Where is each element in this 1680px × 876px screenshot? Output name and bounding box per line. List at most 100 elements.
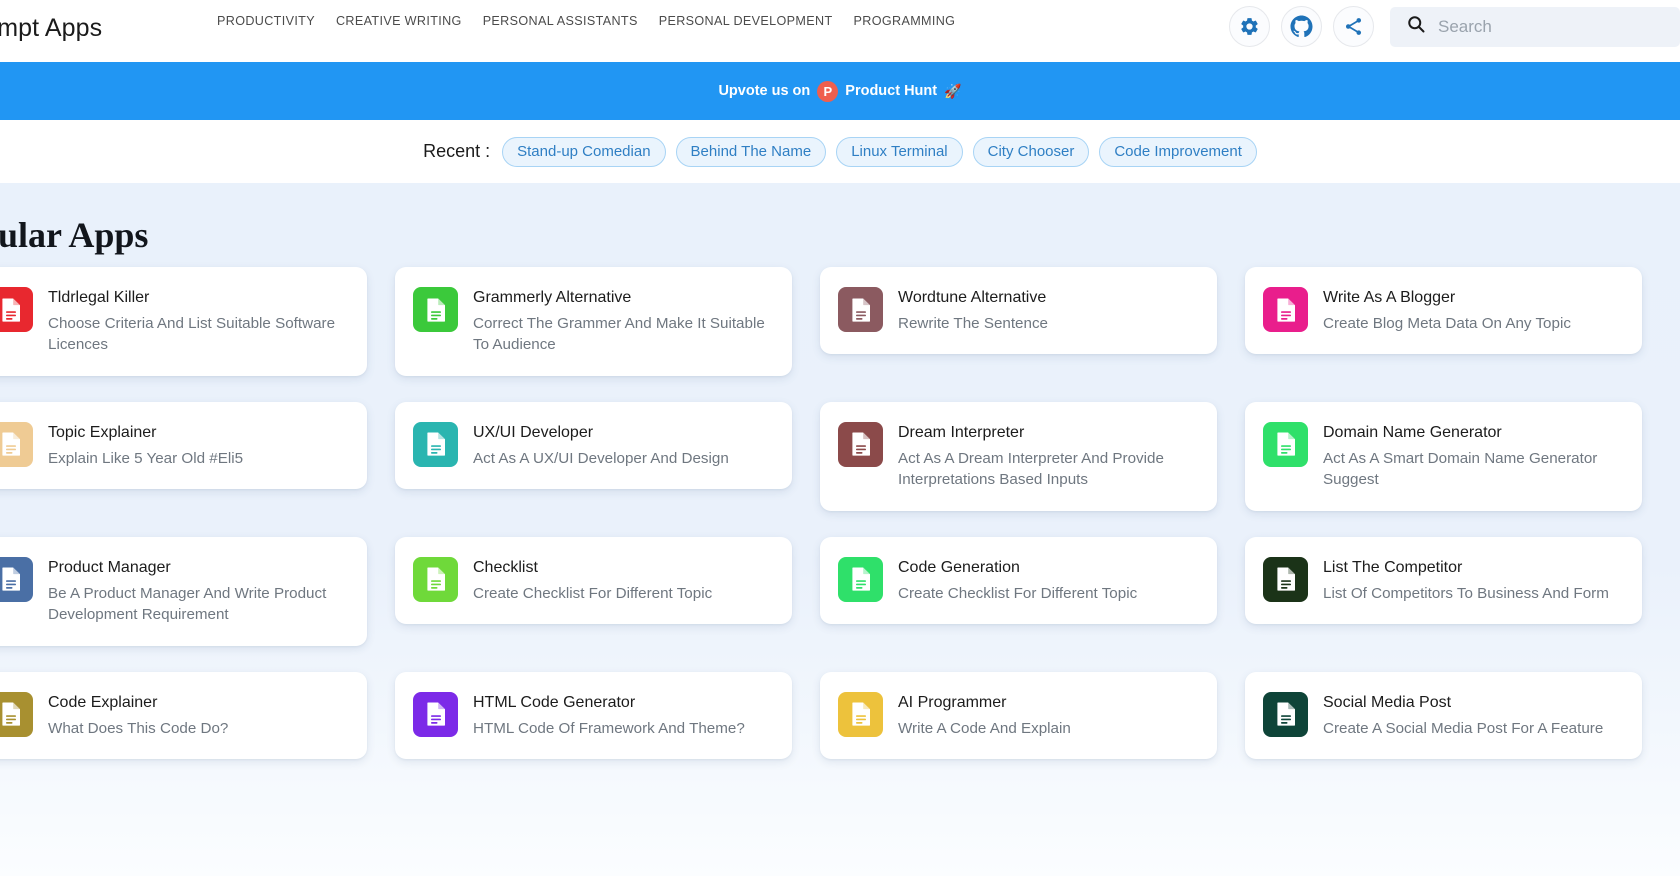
app-card-description: Act As A UX/UI Developer And Design xyxy=(473,449,729,467)
site-header: Prompt Apps PRODUCTIVITY CREATIVE WRITIN… xyxy=(0,0,1680,62)
recent-chip-stand-up-comedian[interactable]: Stand-up Comedian xyxy=(502,136,666,167)
rocket-icon: 🚀 xyxy=(944,82,962,99)
nav-item-personal-development[interactable]: PERSONAL DEVELOPMENT xyxy=(659,14,833,28)
nav-item-personal-assistants[interactable]: PERSONAL ASSISTANTS xyxy=(483,14,638,28)
app-card-description: Act As A Dream Interpreter And Provide I… xyxy=(898,449,1164,489)
document-icon xyxy=(1263,287,1308,332)
recent-label: Recent : xyxy=(423,141,491,161)
app-card[interactable]: Domain Name Generator Act As A Smart Dom… xyxy=(1245,401,1642,511)
nav-item-creative-writing[interactable]: CREATIVE WRITING xyxy=(336,14,462,28)
main-nav: PRODUCTIVITY CREATIVE WRITING PERSONAL A… xyxy=(217,14,955,28)
app-card-text: UX/UI Developer Act As A UX/UI Developer… xyxy=(473,422,729,469)
app-card-description: What Does This Code Do? xyxy=(48,719,229,737)
app-card-title: Write As A Blogger xyxy=(1323,289,1456,306)
app-card[interactable]: Code Generation Create Checklist For Dif… xyxy=(820,536,1217,625)
app-card-title: UX/UI Developer xyxy=(473,423,594,441)
app-card-text: Topic Explainer Explain Like 5 Year Old … xyxy=(48,422,243,469)
app-card-description: Act As A Smart Domain Name Generator Sug… xyxy=(1323,449,1598,489)
app-card[interactable]: Tldrlegal Killer Choose Criteria And Lis… xyxy=(0,267,367,376)
app-card[interactable]: Write As A Blogger Create Blog Meta Data… xyxy=(1245,267,1642,355)
app-card-title: Checklist xyxy=(473,558,538,576)
app-card[interactable]: UX/UI Developer Act As A UX/UI Developer… xyxy=(395,401,792,490)
document-icon xyxy=(838,421,883,467)
share-icon xyxy=(1343,16,1364,37)
document-icon xyxy=(0,287,33,332)
app-card-description: Be A Product Manager And Write Product D… xyxy=(48,584,327,624)
recent-chip-city-chooser[interactable]: City Chooser xyxy=(972,136,1090,167)
app-card-title: AI Programmer xyxy=(898,693,1007,711)
app-card[interactable]: Product Manager Be A Product Manager And… xyxy=(0,536,367,646)
github-icon xyxy=(1290,15,1313,38)
app-card-title: Grammerly Alternative xyxy=(473,289,632,306)
document-icon xyxy=(0,691,33,737)
banner-prefix-text: Upvote us on xyxy=(718,83,811,99)
app-card-title: Topic Explainer xyxy=(48,423,157,441)
app-card-title: Code Explainer xyxy=(48,693,158,711)
document-icon xyxy=(0,556,33,602)
document-icon xyxy=(838,691,883,737)
app-card[interactable]: Topic Explainer Explain Like 5 Year Old … xyxy=(0,401,367,490)
product-hunt-banner[interactable]: Upvote us on P Product Hunt 🚀 xyxy=(0,62,1680,120)
app-card-description: Create Blog Meta Data On Any Topic xyxy=(1323,314,1571,332)
app-card[interactable]: Code Explainer What Does This Code Do? xyxy=(0,671,367,760)
app-card[interactable]: Grammerly Alternative Correct The Gramme… xyxy=(395,267,792,376)
app-card[interactable]: HTML Code Generator HTML Code Of Framewo… xyxy=(395,671,792,760)
app-card[interactable]: Wordtune Alternative Rewrite The Sentenc… xyxy=(820,267,1217,355)
app-card[interactable]: List The Competitor List Of Competitors … xyxy=(1245,536,1642,625)
document-icon xyxy=(838,556,883,602)
search-input[interactable] xyxy=(1438,16,1664,37)
app-card-description: Create A Social Media Post For A Feature xyxy=(1323,719,1604,737)
search-icon xyxy=(1406,14,1426,39)
app-card-description: Choose Criteria And List Suitable Softwa… xyxy=(48,314,336,354)
document-icon xyxy=(0,421,33,467)
share-button[interactable] xyxy=(1333,6,1374,47)
app-card[interactable]: AI Programmer Write A Code And Explain xyxy=(820,671,1217,760)
nav-item-productivity[interactable]: PRODUCTIVITY xyxy=(217,14,315,28)
app-card-title: Wordtune Alternative xyxy=(898,289,1047,306)
app-card-text: Grammerly Alternative Correct The Gramme… xyxy=(473,287,774,356)
app-card-text: Product Manager Be A Product Manager And… xyxy=(48,557,349,626)
github-button[interactable] xyxy=(1281,6,1322,47)
document-icon xyxy=(413,421,458,467)
search-box[interactable] xyxy=(1390,6,1680,47)
app-card-text: Tldrlegal Killer Choose Criteria And Lis… xyxy=(48,287,349,356)
app-card-title: Product Manager xyxy=(48,558,171,576)
banner-product-text: Product Hunt xyxy=(845,83,938,99)
recent-bar: Recent : Stand-up Comedian Behind The Na… xyxy=(0,120,1680,183)
recent-chip-code-improvement[interactable]: Code Improvement xyxy=(1099,136,1257,167)
document-icon xyxy=(1263,691,1308,737)
app-card-text: Wordtune Alternative Rewrite The Sentenc… xyxy=(898,287,1048,334)
app-card[interactable]: Social Media Post Create A Social Media … xyxy=(1245,671,1642,760)
nav-item-programming[interactable]: PROGRAMMING xyxy=(854,14,956,28)
header-actions xyxy=(1229,6,1680,47)
app-card-description: Write A Code And Explain xyxy=(898,719,1071,737)
app-card[interactable]: Dream Interpreter Act As A Dream Interpr… xyxy=(820,401,1217,511)
app-card-title: Tldrlegal Killer xyxy=(48,289,150,306)
app-card-text: Code Generation Create Checklist For Dif… xyxy=(898,557,1137,604)
product-hunt-logo-icon: P xyxy=(817,80,839,102)
document-icon xyxy=(1263,421,1308,467)
settings-button[interactable] xyxy=(1229,6,1270,47)
app-card-text: Social Media Post Create A Social Media … xyxy=(1323,692,1603,739)
gear-icon xyxy=(1239,16,1260,37)
app-card-grid: Tldrlegal Killer Choose Criteria And Lis… xyxy=(0,267,1680,785)
recent-chip-behind-the-name[interactable]: Behind The Name xyxy=(675,136,827,167)
document-icon xyxy=(838,287,883,332)
app-card-title: Domain Name Generator xyxy=(1323,423,1502,441)
app-card-text: Checklist Create Checklist For Different… xyxy=(473,557,712,604)
document-icon xyxy=(413,691,458,737)
app-card-title: Social Media Post xyxy=(1323,693,1452,711)
app-card-description: Rewrite The Sentence xyxy=(898,314,1048,332)
app-card-text: List The Competitor List Of Competitors … xyxy=(1323,557,1609,604)
product-hunt-banner-content: Upvote us on P Product Hunt 🚀 xyxy=(718,80,962,102)
brand-logo[interactable]: Prompt Apps xyxy=(0,14,102,43)
recent-chip-linux-terminal[interactable]: Linux Terminal xyxy=(836,136,963,167)
app-card-text: Code Explainer What Does This Code Do? xyxy=(48,692,228,739)
app-card[interactable]: Checklist Create Checklist For Different… xyxy=(395,536,792,625)
app-card-title: List The Competitor xyxy=(1323,558,1463,576)
app-card-title: Dream Interpreter xyxy=(898,423,1025,441)
app-card-text: Domain Name Generator Act As A Smart Dom… xyxy=(1323,422,1624,491)
app-card-text: AI Programmer Write A Code And Explain xyxy=(898,692,1071,739)
app-card-description: Create Checklist For Different Topic xyxy=(898,584,1138,602)
app-card-description: Correct The Grammer And Make It Suitable… xyxy=(473,314,765,354)
